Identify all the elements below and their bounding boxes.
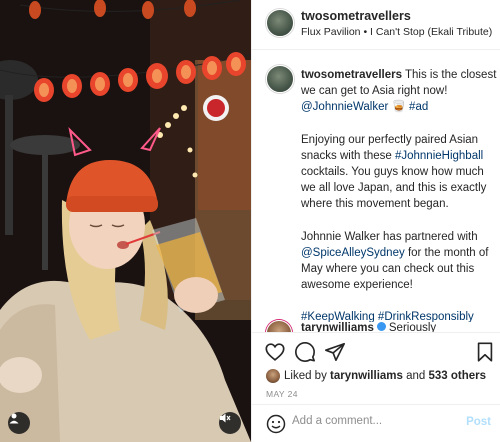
- comment-text: tarynwilliams Seriously: [301, 322, 436, 332]
- liker-username[interactable]: tarynwilliams: [330, 370, 403, 382]
- glass-emoji: 🥃: [391, 101, 406, 114]
- comment-body: Seriously: [388, 322, 437, 332]
- likes-connector: and: [406, 370, 426, 382]
- person-icon: [9, 413, 19, 424]
- mute-button[interactable]: [219, 412, 241, 434]
- likes-summary[interactable]: Liked by tarynwilliams and 533 others: [266, 369, 486, 383]
- mention-link[interactable]: @SpiceAlleySydney: [301, 247, 405, 259]
- avatar[interactable]: [266, 65, 294, 93]
- avatar: [266, 369, 280, 383]
- post-photo[interactable]: [0, 0, 251, 442]
- heart-icon[interactable]: [264, 341, 286, 363]
- comment-item: tarynwilliams Seriously: [252, 318, 500, 332]
- avatar[interactable]: [266, 320, 292, 332]
- photo-scene: [0, 0, 251, 442]
- action-bar: Liked by tarynwilliams and 533 others MA…: [252, 332, 500, 402]
- post-date[interactable]: MAY 24: [266, 389, 298, 399]
- post-header: twosometravellers Flux Pavilion • I Can'…: [252, 0, 500, 50]
- mention-link[interactable]: @JohnnieWalker: [301, 101, 388, 113]
- caption-text: Johnnie Walker has partnered with: [301, 230, 478, 243]
- header-username[interactable]: twosometravellers: [301, 9, 411, 23]
- caption-body: twosometravellers This is the closest we…: [301, 67, 497, 322]
- comment-username[interactable]: tarynwilliams: [301, 322, 374, 332]
- verified-badge-icon: [376, 322, 386, 331]
- share-icon[interactable]: [324, 341, 346, 363]
- audio-track[interactable]: Flux Pavilion • I Can't Stop (Ekali Trib…: [301, 26, 492, 38]
- emoji-icon[interactable]: [266, 414, 286, 434]
- comment-icon[interactable]: [294, 341, 316, 363]
- add-comment-bar: Post: [252, 404, 500, 442]
- comment-input[interactable]: [292, 415, 452, 427]
- caption-username[interactable]: twosometravellers: [301, 69, 402, 81]
- post-button[interactable]: Post: [466, 416, 491, 428]
- post-details-panel: twosometravellers Flux Pavilion • I Can'…: [251, 0, 500, 442]
- tagged-users-button[interactable]: [8, 412, 30, 434]
- post-caption: twosometravellers This is the closest we…: [252, 50, 500, 322]
- likes-count[interactable]: 533 others: [429, 370, 487, 382]
- hashtag-link[interactable]: #ad: [409, 101, 428, 113]
- bookmark-icon[interactable]: [474, 341, 496, 363]
- hashtag-link[interactable]: #JohnnieHighball: [395, 150, 483, 162]
- likes-prefix: Liked by: [284, 370, 327, 382]
- caption-text: cocktails. You guys know how much we all…: [301, 166, 487, 211]
- avatar[interactable]: [266, 9, 294, 37]
- speaker-muted-icon: [220, 413, 231, 423]
